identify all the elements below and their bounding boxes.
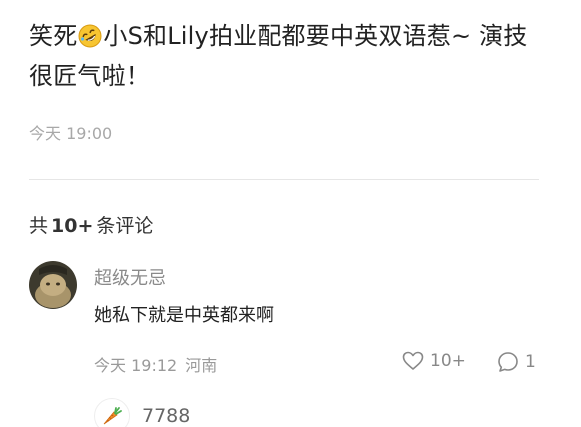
comment-bubble-icon [498, 352, 518, 372]
user-avatar[interactable] [29, 261, 77, 309]
comment-location: 河南 [185, 356, 218, 375]
comment-count-suffix: 条评论 [96, 215, 154, 237]
comment-count-number: 10+ [51, 215, 94, 237]
weibo-post-page: 笑死 小S和Lily拍业配都要中英双语惹~ 演技很匠气啦！ 今天 19:00 共… [0, 0, 581, 427]
reply-button[interactable]: 1 [497, 351, 536, 373]
rolling-on-floor-laughing-icon [78, 24, 102, 48]
post-text-start: 笑死 [29, 22, 78, 50]
comment-count-header: 共 10+ 条评论 [29, 211, 153, 238]
comment-time: 今天 19:12 [94, 356, 178, 375]
post-time: 今天 19:00 [29, 124, 113, 143]
comment-count-prefix: 共 [29, 215, 49, 237]
carrot-count: 7788 [142, 405, 191, 427]
reply-count: 1 [525, 352, 536, 372]
divider [29, 179, 539, 180]
heart-icon [402, 351, 424, 370]
avatar-image [29, 261, 77, 309]
post-text-end: 小S和Lily拍业配都要中英双语惹~ 演技很匠气啦！ [29, 22, 528, 90]
carrot-icon [103, 407, 122, 425]
comment-username[interactable]: 超级无忌 [94, 264, 166, 290]
comment-meta: 今天 19:12 河南 [94, 352, 217, 376]
post-content: 笑死 小S和Lily拍业配都要中英双语惹~ 演技很匠气啦！ [29, 16, 549, 96]
carrot-badge [94, 398, 130, 427]
carrot-reward[interactable]: 7788 [94, 398, 190, 427]
comment-text: 她私下就是中英都来啊 [94, 305, 274, 326]
like-count: 10+ [430, 351, 466, 371]
like-button[interactable]: 10+ [402, 351, 466, 371]
